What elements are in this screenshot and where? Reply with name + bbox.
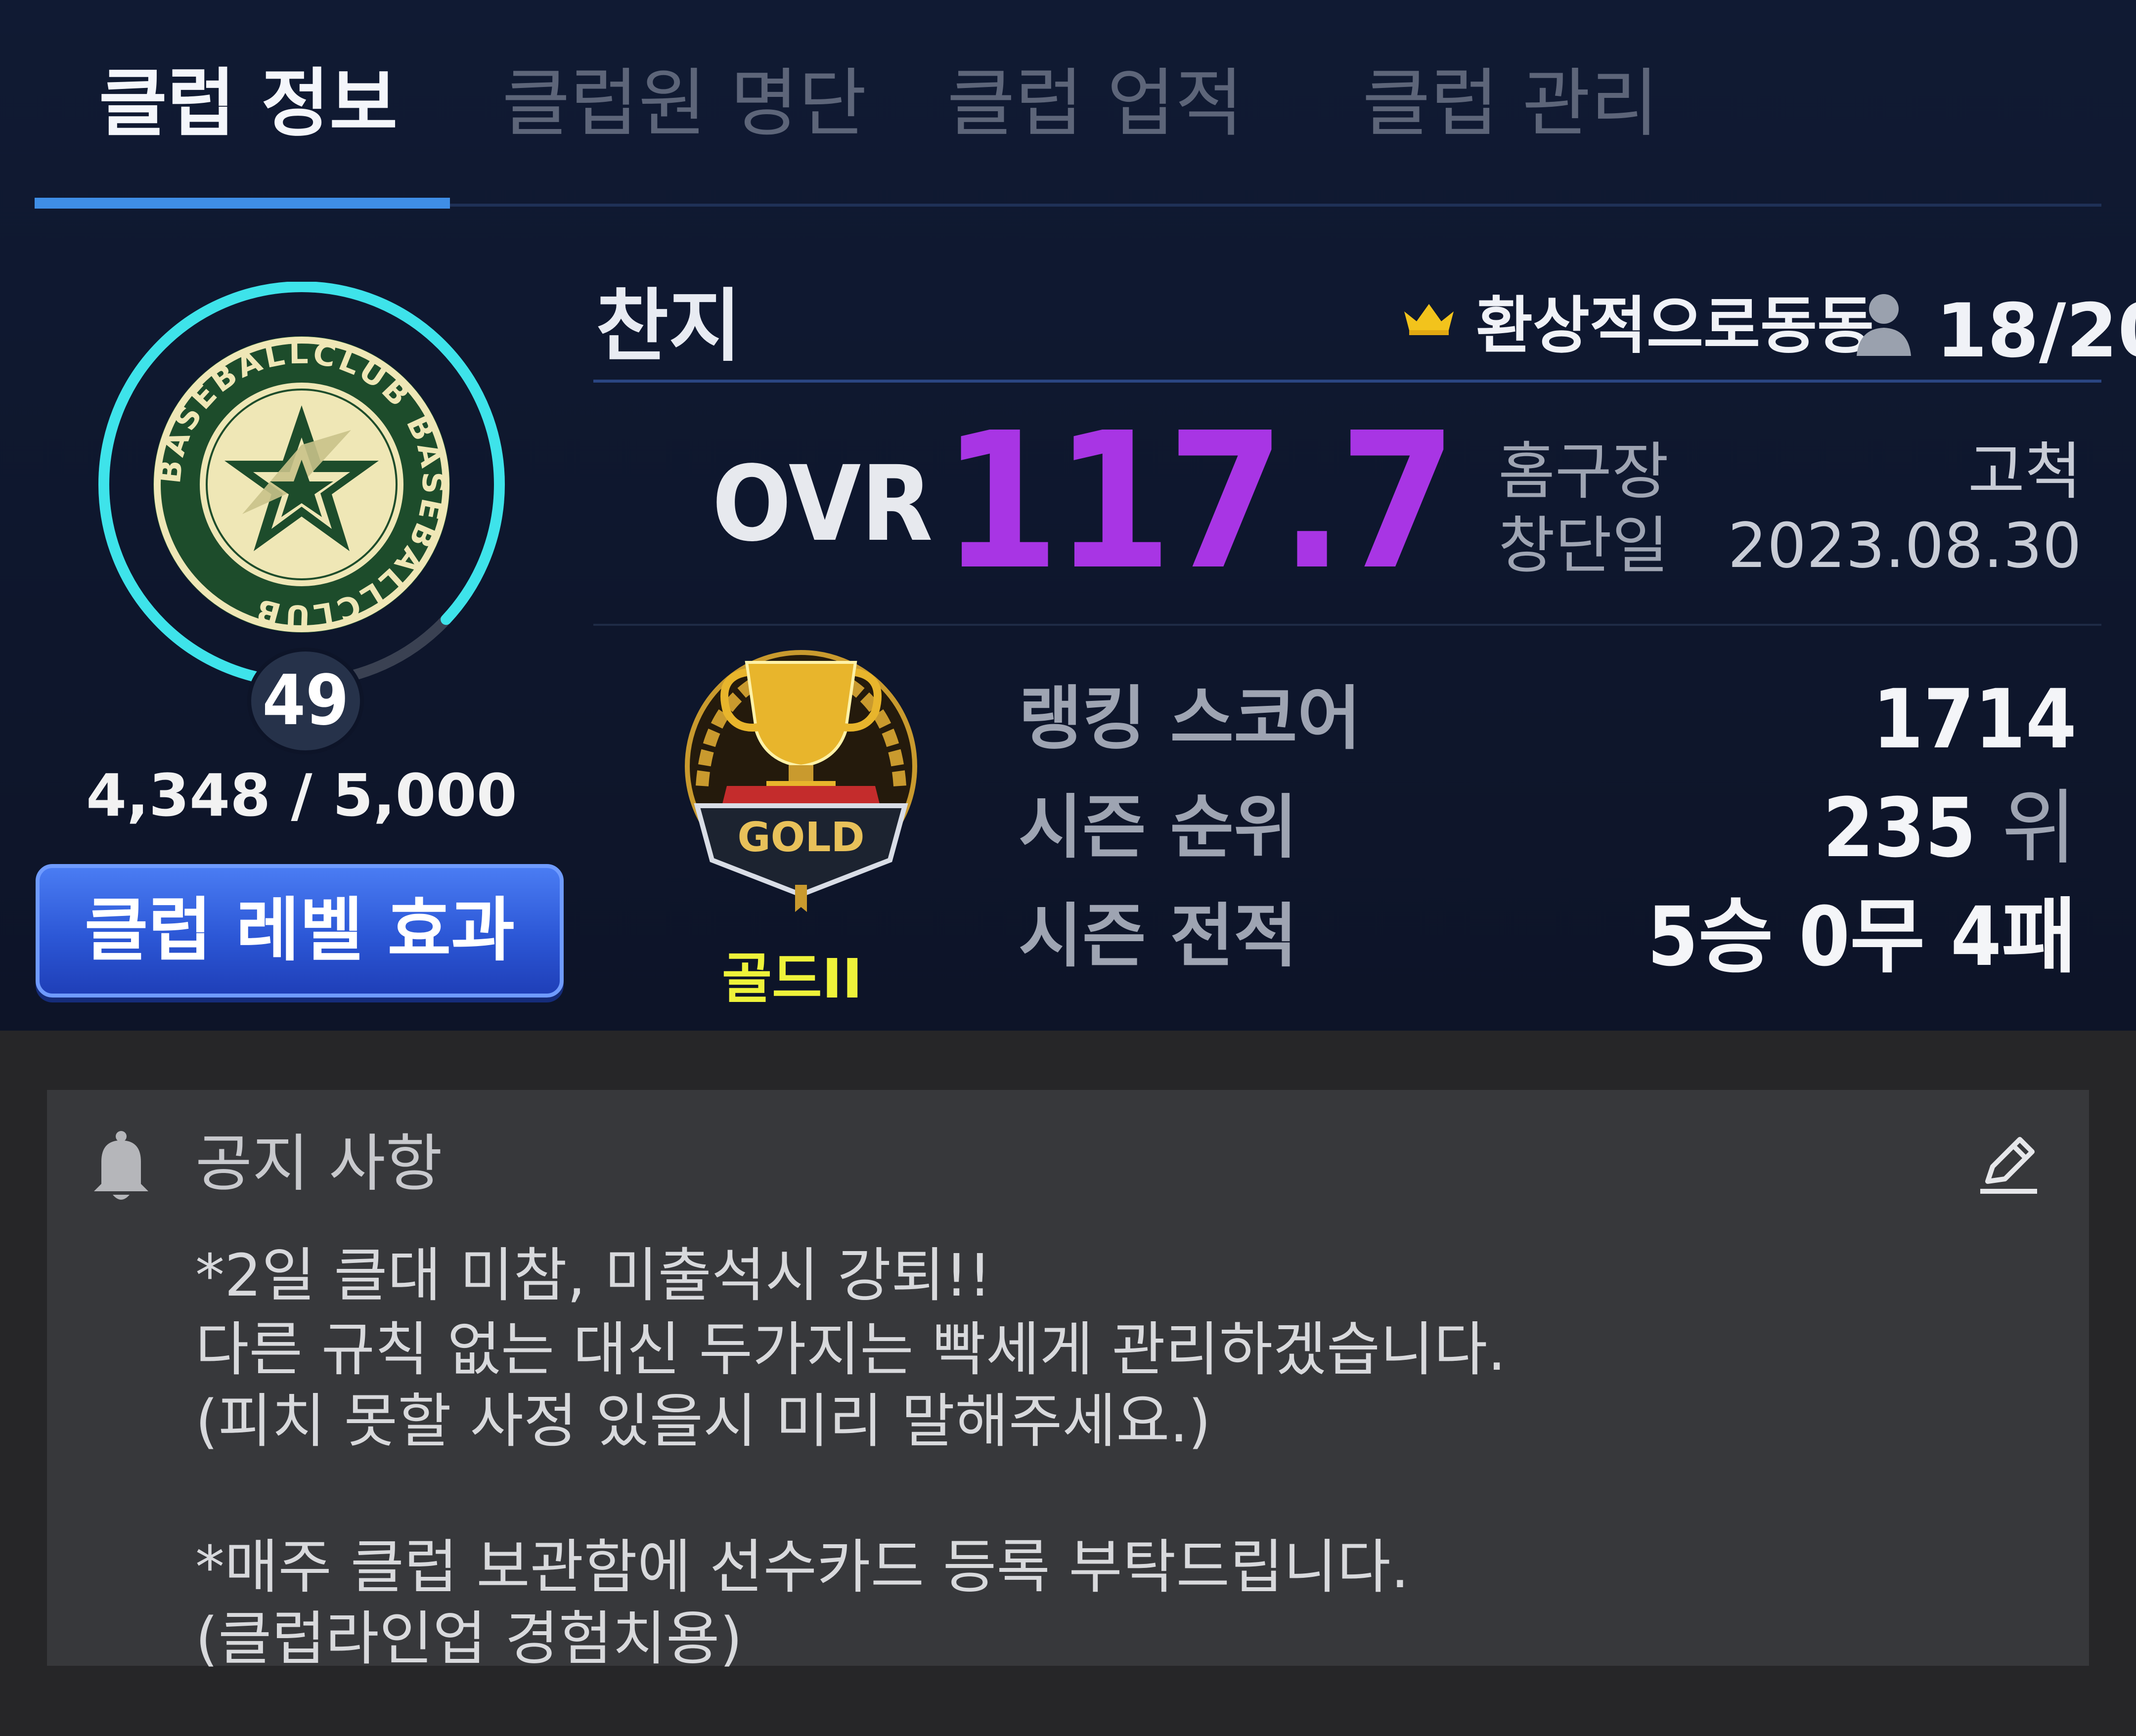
founded-date-label: 창단일 [1498,510,1669,582]
club-level-badge: 49 [247,648,364,754]
divider [593,380,2101,383]
club-leader-name: 환상적으로동동 [1476,290,1874,362]
person-icon [1857,294,1911,356]
season-rank-label: 시즌 순위 [1019,787,1297,868]
notice-line: (피치 못할 사정 있을시 미리 말해주세요.) [195,1387,1211,1455]
bell-icon [94,1131,148,1200]
club-member-count: 18/20 [1936,288,2136,374]
club-xp-text: 4,348 / 5,000 [86,761,517,829]
home-stadium-label: 홈구장 [1498,436,1669,508]
divider [593,624,2101,626]
tab-club-management[interactable]: 클럽 관리 [1362,54,1659,153]
founded-date-value: 2023.08.30 [1728,510,2082,582]
tier-badge-text: GOLD [737,814,864,861]
active-tab-indicator [35,198,450,209]
tier-name: 골드II [722,947,863,1010]
pencil-icon[interactable] [1978,1132,2042,1196]
season-record-value: 5승 0무 4패 [1647,889,2077,984]
ranking-score-label: 랭킹 스코어 [1019,679,1361,759]
notice-title: 공지 사항 [195,1128,443,1200]
club-level-effect-button[interactable]: 클럽 레벨 효과 [36,864,564,998]
notice-line: *2일 클대 미참, 미출석시 강퇴!! [195,1241,992,1309]
season-rank-value: 235 위 [1823,779,2077,877]
notice-line: 다른 규칙 없는 대신 두가지는 빡세게 관리하겠습니다. [195,1315,1506,1384]
tab-club-info[interactable]: 클럽 정보 [99,54,398,153]
notice-line: (클럽라인업 경험치용) [195,1605,743,1673]
ovr-value: 117.7 [942,392,1457,611]
home-stadium-value: 고척 [1968,436,2082,508]
club-name: 찬지 [596,280,742,372]
tab-club-achievements[interactable]: 클럽 업적 [947,54,1244,153]
ranking-score-value: 1714 [1872,672,2077,767]
gold-tier-badge: GOLD [685,650,917,912]
tab-club-members[interactable]: 클럽원 명단 [502,54,867,153]
ovr-label: OVR [712,443,933,564]
notice-line: *매주 클럽 보관함에 선수카드 등록 부탁드립니다. [195,1533,1410,1601]
season-record-label: 시즌 전적 [1019,896,1297,977]
season-rank-unit: 위 [2002,781,2077,875]
crown-icon [1404,304,1454,335]
season-rank-number: 235 [1823,781,1976,875]
club-emblem: BASEBALLCLUB BASEBALLCLUB [98,282,505,688]
